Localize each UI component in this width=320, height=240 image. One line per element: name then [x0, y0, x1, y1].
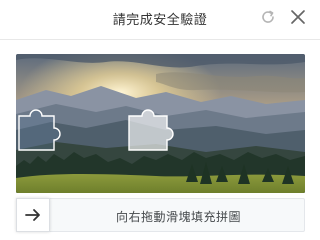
slider-hint: 向右拖動滑塊填充拼圖 — [115, 210, 241, 224]
puzzle-slot-shape — [128, 109, 174, 151]
security-verification-dialog: 請完成安全驗證 向右拖動滑塊填充拼圖 — [0, 0, 320, 240]
slider-track[interactable]: 向右拖動滑塊填充拼圖 — [16, 198, 305, 232]
refresh-icon — [262, 10, 274, 23]
header-divider — [0, 39, 320, 40]
landscape-image — [16, 54, 305, 193]
close-button[interactable] — [288, 7, 308, 27]
puzzle-piece[interactable] — [18, 109, 61, 151]
refresh-button[interactable] — [258, 7, 278, 27]
slider-handle[interactable] — [16, 198, 50, 232]
dialog-header: 請完成安全驗證 — [0, 0, 320, 34]
captcha-image — [16, 54, 305, 193]
close-icon — [291, 10, 305, 24]
arrow-right-icon — [25, 209, 40, 221]
